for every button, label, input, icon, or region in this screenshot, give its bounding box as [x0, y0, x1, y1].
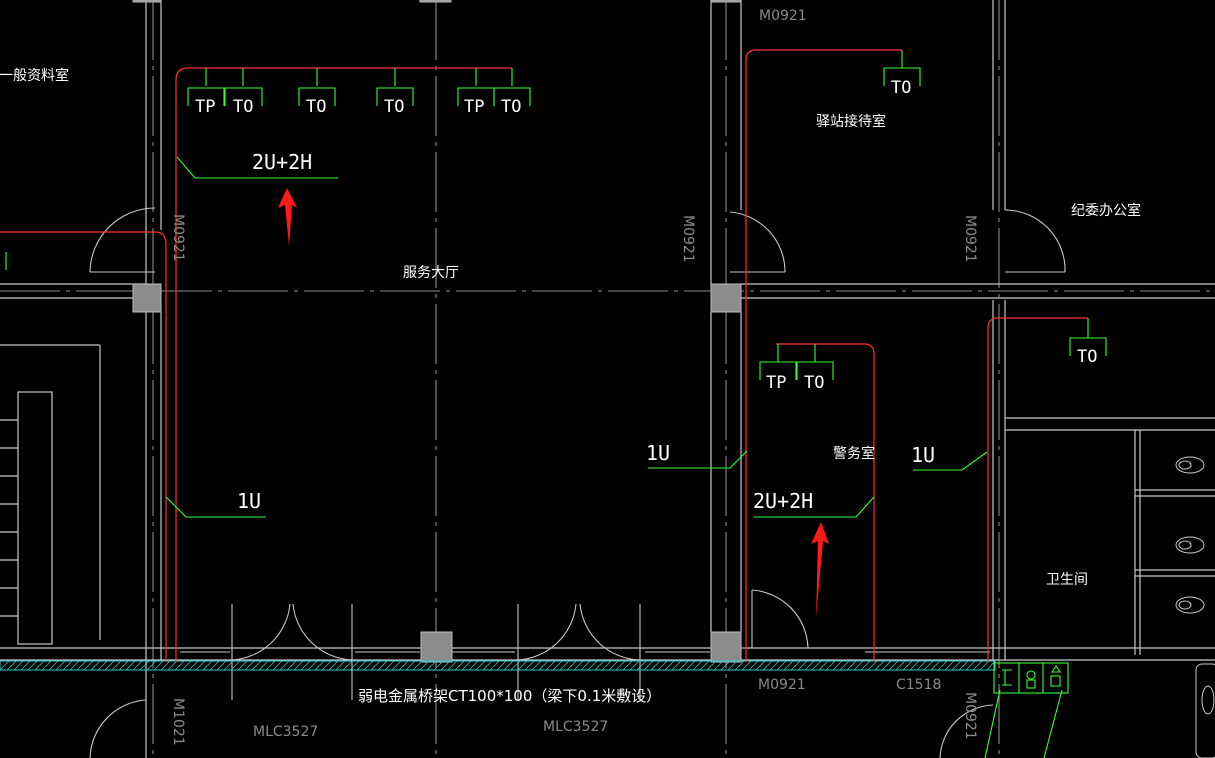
- outlet-to: TO: [804, 373, 824, 393]
- door-label-bottom: M0921: [758, 677, 806, 693]
- door-label-left-vertical: M0921: [170, 214, 186, 262]
- outlet-to: TO: [306, 97, 326, 117]
- room-labels: 一般资料室 服务大厅 驿站接待室 纪委办公室 警务室 卫生间: [0, 67, 1141, 588]
- axis-grid: [0, 0, 1215, 758]
- red-arrow-police: [811, 522, 829, 618]
- room-police: 警务室: [833, 445, 875, 462]
- room-restroom: 卫生间: [1046, 572, 1088, 588]
- distribution-panel: [993, 662, 1069, 694]
- room-station-reception: 驿站接待室: [816, 113, 886, 130]
- restroom-fixtures: [1175, 456, 1215, 758]
- cable-label-police-left: 1U: [646, 441, 670, 465]
- cable-label-hall-left: 1U: [237, 489, 261, 513]
- door-label-mlc-mid: MLC3527: [543, 719, 608, 735]
- window-label-c1518: C1518: [896, 677, 941, 693]
- cable-tray: [0, 660, 996, 671]
- room-service-hall: 服务大厅: [403, 265, 459, 281]
- room-discipline-office: 纪委办公室: [1071, 202, 1141, 219]
- door-label-right-vertical: M0921: [962, 215, 978, 263]
- cable-label-hall-top: 2U+2H: [252, 150, 312, 174]
- cable-label-police-main: 2U+2H: [753, 489, 813, 513]
- outlet-tp: TP: [464, 97, 484, 117]
- doors: [89, 207, 1066, 758]
- outlet-to: TO: [233, 97, 253, 117]
- cable-tray-label: 弱电金属桥架CT100*100（梁下0.1米敷设）: [358, 687, 661, 705]
- door-label-top: M0921: [759, 8, 807, 24]
- outlet-to: TO: [891, 78, 911, 98]
- door-label-mlc-left: MLC3527: [253, 724, 318, 740]
- outlet-to: TO: [1077, 347, 1097, 367]
- outlet-tp: TP: [766, 373, 786, 393]
- floor-plan-canvas: 一般资料室 服务大厅 驿站接待室 纪委办公室 警务室 卫生间 M0921 M09…: [0, 0, 1215, 758]
- door-label-m1021: M1021: [170, 698, 186, 746]
- outlet-to: TO: [384, 97, 404, 117]
- room-general-archive: 一般资料室: [0, 67, 69, 84]
- outlet-to: TO: [501, 97, 521, 117]
- door-label-bottom-right-vertical: M0921: [962, 692, 978, 740]
- cable-runs: [0, 49, 1088, 662]
- cable-labels: 2U+2H 1U 1U 2U+2H 1U: [237, 150, 935, 513]
- outlet-tp: TP: [195, 97, 215, 117]
- red-arrow-hall: [278, 188, 297, 246]
- walls: [0, 0, 1215, 758]
- cable-label-restroom-left: 1U: [911, 443, 935, 467]
- door-label-mid-vertical: M0921: [680, 215, 696, 263]
